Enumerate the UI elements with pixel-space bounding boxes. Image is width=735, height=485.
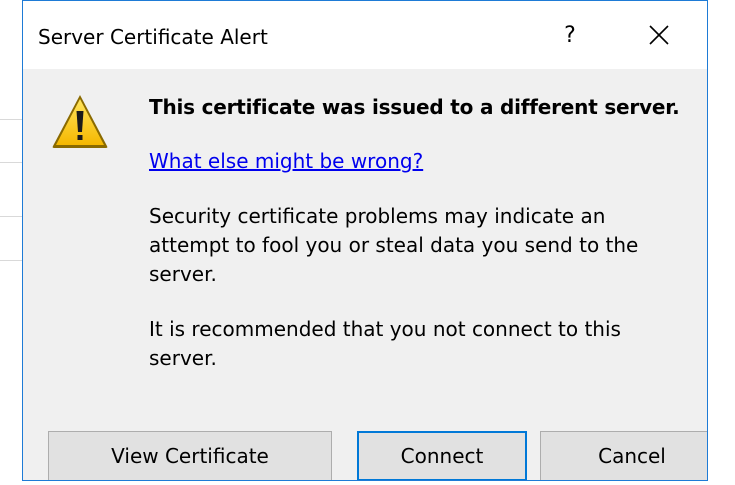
close-button[interactable] [635, 13, 683, 57]
dialog-title: Server Certificate Alert [38, 25, 268, 49]
help-icon: ? [564, 22, 576, 48]
help-button[interactable]: ? [546, 13, 594, 57]
close-icon [649, 25, 669, 45]
connect-button[interactable]: Connect [357, 431, 527, 480]
background-divider [0, 260, 24, 261]
dialog-titlebar: Server Certificate Alert ? [23, 1, 707, 69]
certificate-alert-dialog: Server Certificate Alert ? This certific… [22, 0, 708, 481]
background-divider [0, 216, 24, 217]
background-divider [0, 119, 24, 120]
security-warning-text: Security certificate problems may indica… [149, 204, 639, 286]
cancel-button[interactable]: Cancel [540, 431, 707, 480]
view-certificate-button[interactable]: View Certificate [48, 431, 332, 480]
background-divider [0, 162, 24, 163]
what-else-link[interactable]: What else might be wrong? [149, 149, 423, 173]
recommendation-text: It is recommended that you not connect t… [149, 317, 621, 370]
warning-triangle-icon [52, 95, 108, 148]
alert-heading: This certificate was issued to a differe… [149, 95, 680, 119]
